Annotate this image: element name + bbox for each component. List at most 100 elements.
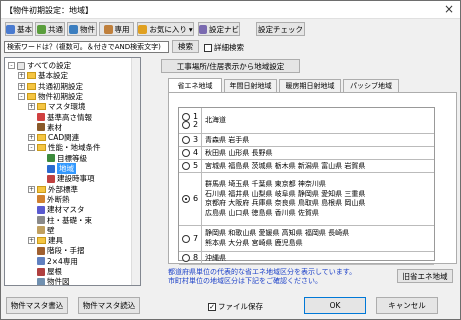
toolbar-button-6[interactable]: 設定チェック [256, 22, 305, 36]
tree-item[interactable]: 物件図 [28, 276, 70, 286]
toolbar-button-label: 専用 [114, 24, 130, 34]
file-save-checkbox[interactable]: ✓ ファイル保存 [208, 301, 263, 312]
region-note: 都道府県単位の代表的な省エネ地域区分を表示しています。 市町村単位の地域区分は下… [168, 268, 356, 286]
region-note-line: 都道府県単位の代表的な省エネ地域区分を表示しています。 [168, 268, 357, 276]
region-radio[interactable] [182, 149, 190, 158]
region-panel: 1 2 北海道 3 青森県 岩手県 4 秋田県 山形県 長野県 5 宮城県 福島県 茨城県 栃木… [168, 92, 457, 265]
tab-energy-region[interactable]: 省エネ地域 [168, 78, 222, 92]
region-radio[interactable] [182, 136, 190, 145]
setting-icon [37, 267, 45, 276]
region-radio[interactable] [182, 234, 190, 243]
toolbar-button-label: 基本 [17, 24, 32, 34]
setting-icon [37, 257, 45, 266]
region-radio[interactable] [182, 195, 190, 204]
prefecture-list: 京都府 大阪府 兵庫県 奈良県 鳥取県 島根県 岡山県 [205, 199, 366, 208]
folder-icon [37, 237, 46, 245]
setting-icon [47, 154, 55, 163]
search-input[interactable]: 検索ワードは？(複数可。＆付きでAND検索文字) [4, 41, 169, 53]
region-number: 1 [193, 111, 199, 121]
setting-icon [37, 123, 45, 132]
expand-icon[interactable]: + [18, 72, 25, 80]
settings-tree[interactable]: - すべての設定 + 基本設定 + 共通初期設定 - 物件初期設定 + マスタ環境 基準高さ情報 素材… [4, 57, 141, 286]
toolbar-button-label: 設定チェック [258, 24, 303, 34]
toolbar-button-2[interactable]: 物件 [67, 22, 97, 36]
common-icon [37, 24, 46, 34]
property-icon [69, 24, 78, 34]
region-note-line: 市町村単位の地域区分は下記をご確認ください。 [168, 277, 322, 285]
tab-passive-region[interactable]: パッシブ地域 [343, 79, 399, 92]
prefecture-list: 青森県 岩手県 [205, 135, 250, 144]
toolbar-button-label: 共通 [48, 24, 63, 34]
toolbar-button-4[interactable]: お気に入り ▾ [137, 22, 194, 36]
tree-scrollbar[interactable] [131, 58, 140, 285]
setting-icon [37, 216, 45, 224]
prefecture-list: 熊本県 大分県 宮崎県 鹿児島県 [205, 238, 303, 247]
basic-icon [6, 24, 15, 34]
region-number: 7 [193, 233, 199, 243]
detail-search-checkbox[interactable]: 詳細検索 [204, 42, 244, 53]
tab-annual-solar[interactable]: 年間日射地域 [224, 79, 277, 92]
master-write-button[interactable]: 物件マスタ書込 [6, 297, 68, 314]
region-number: 6 [193, 194, 199, 204]
prefecture-list: 石川県 福井県 山梨県 岐阜県 静岡県 愛知県 三重県 [205, 189, 366, 198]
region-row: 3 青森県 岩手県 [179, 133, 434, 147]
file-save-check[interactable]: ✓ [208, 302, 216, 311]
collapse-icon[interactable]: - [8, 62, 15, 69]
collapse-icon[interactable]: - [28, 144, 35, 152]
toolbar-button-label: 物件 [80, 24, 95, 34]
expand-icon[interactable]: + [18, 82, 25, 90]
region-row: 7 静岡県 和歌山県 愛媛県 高知県 福岡県 長崎県 熊本県 大分県 宮崎県 鹿児島… [179, 226, 434, 252]
toolbar-button-5[interactable]: 設定ナビ [198, 22, 240, 36]
region-row: 6 群馬県 埼玉県 千葉県 東京都 神奈川県 石川県 福井県 山梨県 岐阜県 静岡県… [179, 172, 434, 226]
region-radio[interactable] [182, 112, 190, 121]
region-from-address-button[interactable]: 工事場所/住居表示から地域設定 [161, 59, 300, 73]
setting-icon [37, 226, 45, 235]
collapse-icon[interactable]: - [18, 92, 25, 100]
prefecture-list: 広島県 山口県 徳島県 香川県 佐賀県 [205, 208, 319, 217]
folder-icon [27, 72, 36, 80]
detail-search-label: 詳細検索 [214, 43, 244, 52]
prefecture-list: 北海道 [205, 116, 226, 125]
window-title: 【物件初期設定：地域】 [5, 6, 93, 15]
folder-icon [37, 144, 46, 152]
region-radio[interactable] [182, 162, 190, 171]
region-number: 2 [193, 120, 199, 130]
tree-item-label: 物件図 [47, 277, 70, 286]
region-number: 8 [193, 253, 199, 263]
region-number: 5 [193, 161, 199, 171]
ok-button[interactable]: OK [304, 297, 366, 314]
dedicated-icon [103, 24, 113, 34]
prefecture-list: 群馬県 埼玉県 千葉県 東京都 神奈川県 [205, 180, 326, 189]
prefecture-list: 秋田県 山形県 長野県 [205, 148, 273, 157]
toolbar-button-0[interactable]: 基本 [5, 22, 33, 36]
region-radio[interactable] [182, 121, 190, 130]
old-region-button[interactable]: 旧省エネ地域 [397, 269, 453, 283]
region-radio[interactable] [182, 254, 190, 263]
region-table: 1 2 北海道 3 青森県 岩手県 4 秋田県 山形県 長野県 5 宮城県 福島県 茨城県 栃木… [178, 107, 435, 265]
region-row: 1 2 北海道 [179, 108, 434, 134]
region-number: 4 [193, 148, 199, 158]
search-button[interactable]: 検索 [172, 40, 199, 53]
expand-icon[interactable]: + [28, 134, 35, 142]
setting-icon [37, 246, 45, 255]
prefecture-list: 宮城県 福島県 茨城県 栃木県 新潟県 富山県 岩賀県 [205, 161, 366, 170]
title-bar: 【物件初期設定：地域】 × [1, 1, 460, 19]
chevron-down-icon: ▾ [188, 24, 193, 34]
region-row: 4 秋田県 山形県 長野県 [179, 146, 434, 160]
file-save-label: ファイル保存 [218, 302, 263, 311]
region-number: 3 [193, 135, 199, 145]
expand-icon[interactable]: + [28, 185, 35, 193]
setting-icon [47, 174, 55, 183]
toolbar-button-label: 設定ナビ [209, 24, 239, 34]
favorite-icon [138, 24, 148, 34]
toolbar-button-3[interactable]: 専用 [99, 22, 134, 36]
expand-icon[interactable]: + [28, 237, 35, 245]
toolbar-button-label: お気に入り [149, 24, 187, 34]
tab-heating-solar[interactable]: 暖房期日射地域 [279, 79, 341, 92]
master-read-button[interactable]: 物件マスタ読込 [78, 297, 140, 314]
expand-icon[interactable]: + [28, 103, 35, 111]
detail-search-check[interactable] [204, 43, 212, 52]
toolbar-button-1[interactable]: 共通 [35, 22, 65, 36]
close-icon[interactable]: × [444, 2, 454, 16]
cancel-button[interactable]: キャンセル [376, 297, 438, 314]
